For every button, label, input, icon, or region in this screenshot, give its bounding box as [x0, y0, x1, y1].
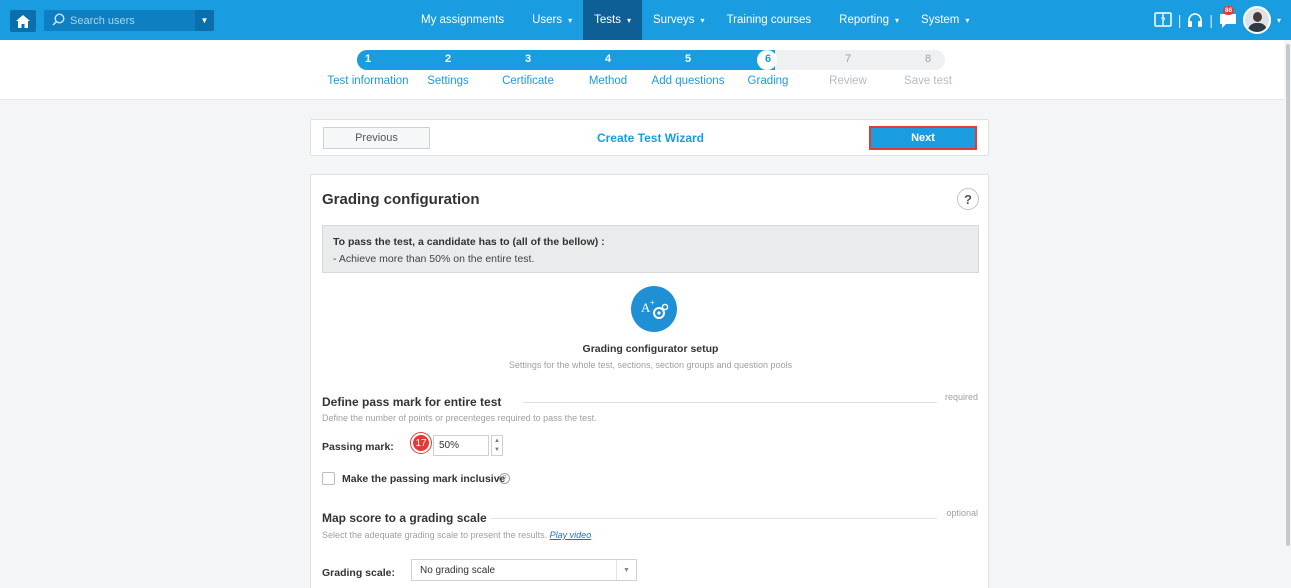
search-users-input[interactable]: [70, 13, 190, 28]
menu-surveys[interactable]: Surveys ▾: [642, 0, 716, 40]
inclusive-checkbox[interactable]: [322, 472, 335, 485]
home-button[interactable]: [10, 10, 36, 32]
grading-configurator-icon[interactable]: A +: [631, 286, 677, 332]
menu-training-courses[interactable]: Training courses: [716, 0, 829, 40]
chevron-down-icon: ▾: [965, 15, 970, 25]
help-icon[interactable]: ?: [957, 188, 979, 210]
step-8-label[interactable]: Save test: [904, 75, 952, 87]
top-navbar: ▼ My assignments Users▾ Tests▾ Surveys▾ …: [0, 0, 1291, 40]
step-5-number[interactable]: 5: [678, 53, 698, 65]
pass-requirements-box: To pass the test, a candidate has to (al…: [322, 225, 979, 273]
nav-separator: |: [1209, 12, 1213, 28]
menu-reporting[interactable]: Reporting ▾: [828, 0, 910, 40]
passing-mark-stepper[interactable]: ▲ ▼: [491, 435, 503, 456]
step-3-number[interactable]: 3: [518, 53, 538, 65]
step-4-number[interactable]: 4: [598, 53, 618, 65]
nav-separator: |: [1177, 12, 1182, 28]
step-7-number[interactable]: 7: [838, 53, 858, 65]
panel-title: Grading configuration: [322, 191, 480, 208]
chevron-down-icon: ▾: [700, 15, 705, 25]
search-users-box: ▼: [44, 10, 214, 31]
step-6-label[interactable]: Grading: [748, 75, 789, 87]
step-6-number[interactable]: 6: [758, 53, 778, 65]
pass-mark-description: Define the number of points or precenteg…: [322, 413, 597, 423]
pass-mark-section-title: Define pass mark for entire test: [322, 395, 502, 409]
step-4-label[interactable]: Method: [589, 75, 627, 87]
section-divider: [491, 518, 937, 519]
headset-icon[interactable]: [1187, 12, 1203, 28]
question-circle-icon[interactable]: ?: [499, 473, 510, 484]
wizard-stepper: 1 Test information 2 Settings 3 Certificate 4 M…: [0, 40, 1291, 100]
chevron-down-icon[interactable]: ▾: [1277, 16, 1281, 25]
tutorial-step-badge: 17: [411, 433, 431, 453]
menu-system[interactable]: System ▾: [910, 0, 980, 40]
grading-scale-label: Grading scale:: [322, 567, 395, 579]
chevron-down-icon: ▾: [895, 15, 900, 25]
menu-my-assignments[interactable]: My assignments: [410, 0, 521, 40]
notifications-button[interactable]: 86: [1219, 6, 1237, 29]
search-icon: [52, 13, 65, 26]
help-book-icon[interactable]: ?: [1153, 12, 1172, 28]
passing-mark-input[interactable]: [433, 435, 489, 456]
step-3-label[interactable]: Certificate: [502, 75, 554, 87]
inclusive-label: Make the passing mark inclusive: [342, 473, 506, 485]
play-video-link[interactable]: Play video: [550, 530, 592, 540]
grading-configurator-title: Grading configurator setup: [582, 343, 719, 355]
optional-tag: optional: [946, 508, 978, 518]
grading-scale-select[interactable]: No grading scale ▼: [411, 559, 637, 581]
pass-requirement-item: - Achieve more than 50% on the entire te…: [333, 253, 535, 265]
grading-scale-selected: No grading scale: [420, 565, 496, 576]
pass-requirements-title: To pass the test, a candidate has to (al…: [333, 236, 605, 248]
user-avatar[interactable]: [1242, 6, 1271, 34]
step-7-label[interactable]: Review: [829, 75, 867, 87]
chevron-down-icon: ▼: [200, 16, 209, 25]
main-menu: My assignments Users ▾ Tests ▾ Surveys ▾ Tr…: [410, 0, 980, 40]
grading-configurator-subtitle: Settings for the whole test, sections, s…: [508, 360, 793, 370]
step-2-label[interactable]: Settings: [427, 75, 469, 87]
step-1-number[interactable]: 1: [358, 53, 378, 65]
chevron-down-icon: ▾: [568, 15, 573, 25]
step-1-label[interactable]: Test information: [327, 75, 408, 87]
stepper-progress-fill: [357, 50, 775, 70]
step-5-label[interactable]: Add questions: [652, 75, 725, 87]
nav-right-tools: ? | | 86 ▾: [1153, 0, 1281, 40]
section-divider: [523, 402, 937, 403]
next-button[interactable]: Next: [869, 126, 977, 150]
step-8-number[interactable]: 8: [918, 53, 938, 65]
grading-scale-section-title: Map score to a grading scale: [322, 511, 487, 525]
chevron-up-icon[interactable]: ▲: [494, 438, 500, 444]
wizard-header: Previous Create Test Wizard Next: [310, 119, 989, 156]
svg-text:?: ?: [1160, 16, 1165, 25]
chevron-down-icon[interactable]: ▼: [494, 447, 500, 453]
menu-tests[interactable]: Tests ▾: [583, 0, 642, 40]
grading-configuration-panel: Grading configuration ? To pass the test…: [310, 174, 989, 588]
notification-count-badge: 86: [1222, 6, 1235, 15]
chevron-down-icon: ▾: [626, 15, 631, 25]
search-dropdown-toggle[interactable]: ▼: [195, 10, 214, 31]
home-icon: [16, 14, 30, 28]
step-2-number[interactable]: 2: [438, 53, 458, 65]
menu-users[interactable]: Users ▾: [521, 0, 583, 40]
chevron-down-icon: ▼: [616, 560, 636, 580]
svg-text:+: +: [650, 298, 655, 307]
grading-scale-description: Select the adequate grading scale to pre…: [322, 530, 592, 540]
passing-mark-label: Passing mark:: [322, 441, 394, 453]
required-tag: required: [944, 392, 978, 402]
scrollbar-thumb[interactable]: [1286, 44, 1290, 546]
